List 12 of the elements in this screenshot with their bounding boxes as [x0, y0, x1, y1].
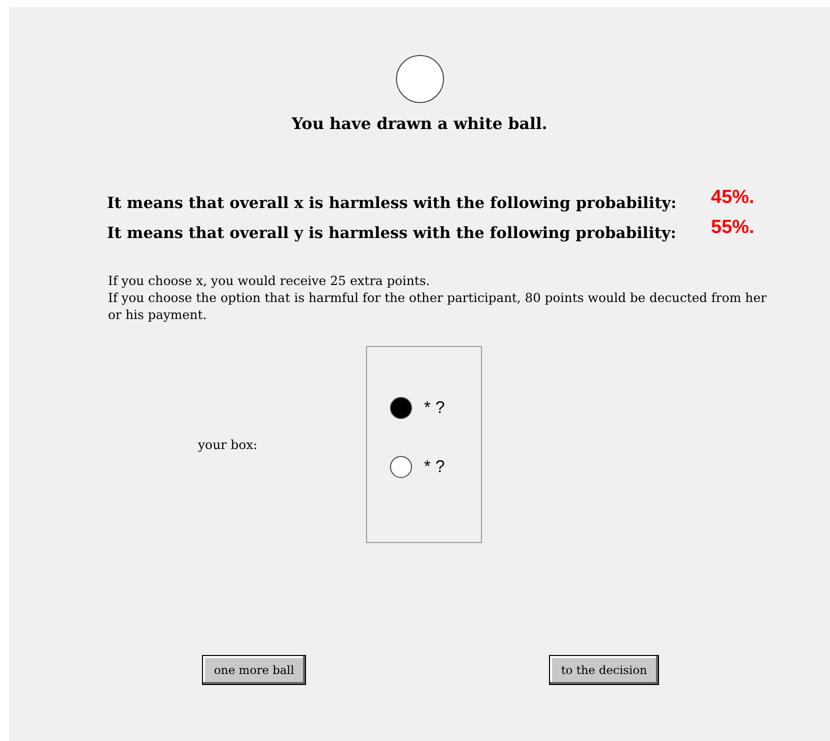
ball-count: * ?	[424, 456, 445, 476]
info-text: If you choose the option that is harmful for the other participant, 80 points would be decucted from her or his payment.	[108, 289, 768, 323]
probability-label: It means that overall x is harmless with the following probability:	[107, 193, 678, 212]
info-text: If you choose x, you would receive 25 extra points.	[108, 272, 431, 289]
probability-value: 45%.	[711, 187, 754, 209]
probability-value: 55%.	[711, 217, 754, 239]
result-title: You have drawn a white ball.	[292, 114, 548, 133]
ball-count: * ?	[424, 398, 445, 418]
probability-label: It means that overall y is harmless with the following probability:	[107, 223, 678, 242]
box-label: your box:	[198, 437, 258, 452]
action-button[interactable]: to the decision	[549, 655, 660, 685]
action-button[interactable]: one more ball	[202, 655, 306, 685]
